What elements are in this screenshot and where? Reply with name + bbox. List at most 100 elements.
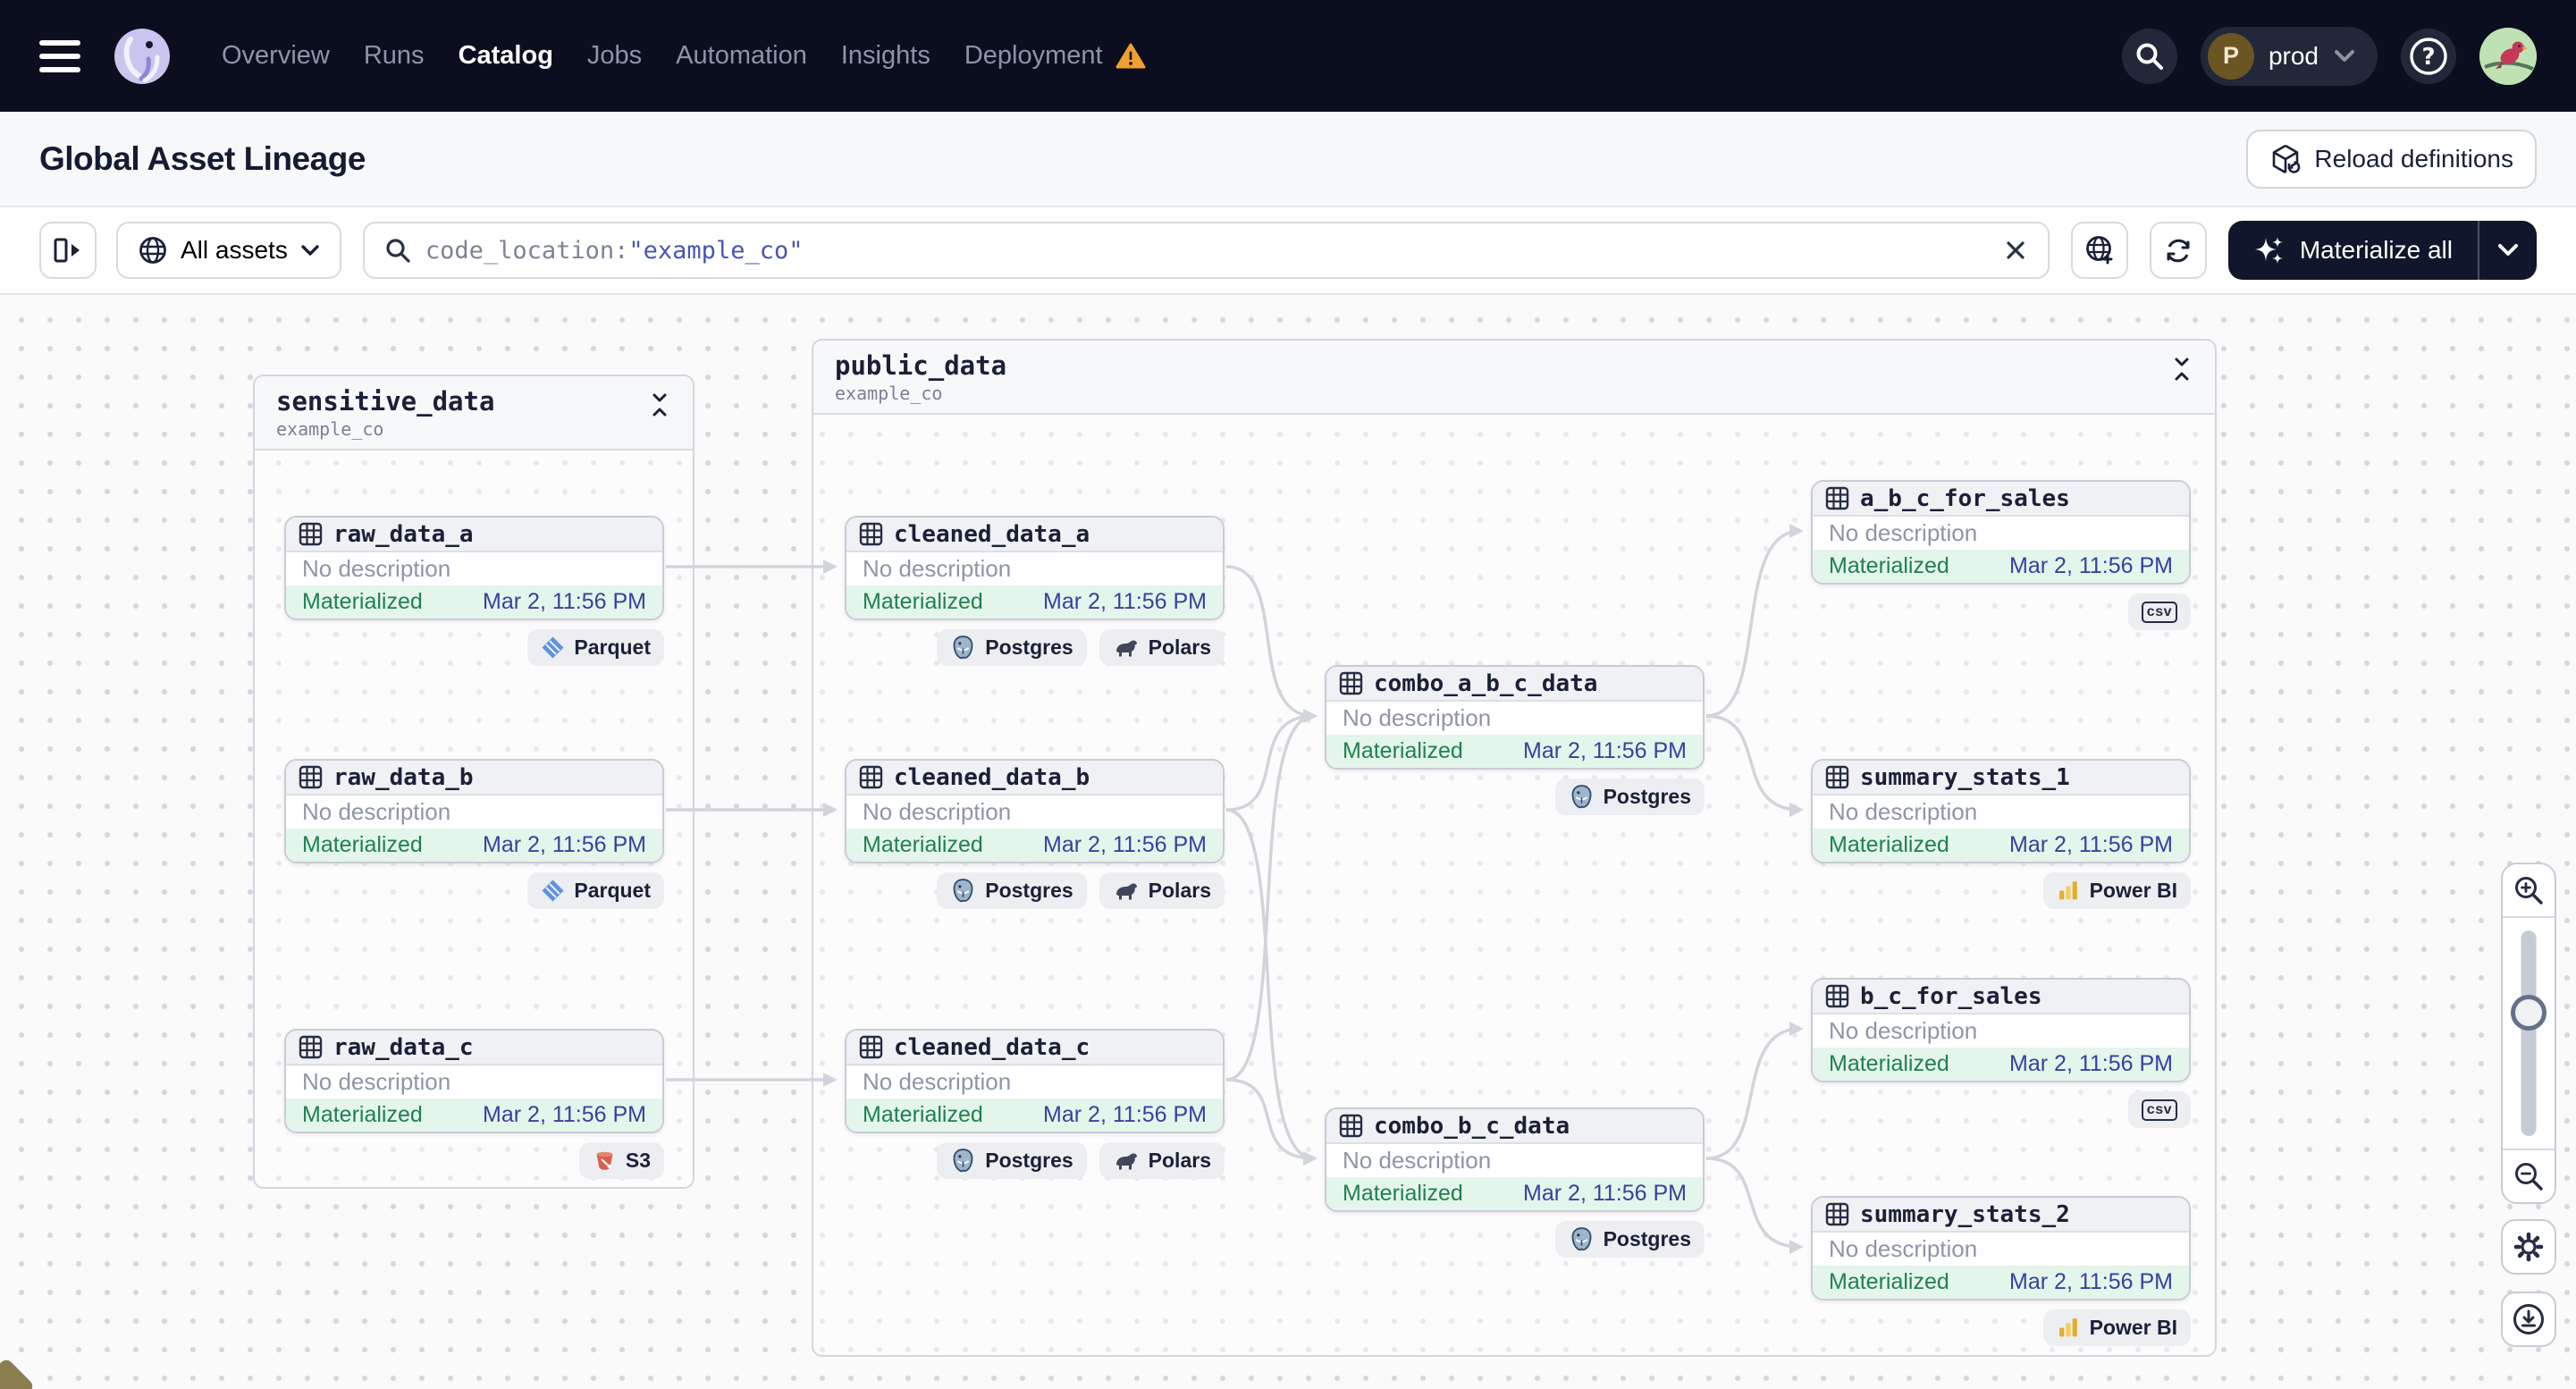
group-title: public_data [835,350,1007,381]
zoom-slider[interactable] [2503,918,2555,1149]
asset-tags: Parquet [284,629,664,666]
zoom-out-button[interactable] [2503,1149,2555,1202]
asset-tag-Polars[interactable]: Polars [1099,629,1225,666]
materialized-badge: Materialized [863,1102,983,1127]
globe-icon [139,237,166,264]
asset-name: raw_data_a [333,520,474,548]
download-image-button[interactable] [2501,1292,2556,1347]
asset-node-header: combo_a_b_c_data [1326,667,1703,702]
asset-tags: S3 [284,1142,664,1179]
materialized-badge: Materialized [302,1102,423,1127]
asset-tag-Power BI[interactable]: Power BI [2042,1309,2191,1346]
materialize-options-button[interactable] [2479,221,2537,280]
asset-name: raw_data_b [333,763,474,791]
polars-icon [1115,883,1137,899]
asset-node-header: cleaned_data_b [846,761,1223,796]
deployment-switcher[interactable]: P prod [2200,26,2378,86]
asset-node-wrapper: summary_stats_1 No description Materiali… [1811,759,2191,909]
asset-tag-Postgres[interactable]: Postgres [937,1142,1087,1179]
asset-node[interactable]: cleaned_data_b No description Materializ… [845,759,1225,863]
search-input[interactable]: code_location:"example_co" [362,222,2050,279]
table-icon [1339,1114,1363,1138]
asset-tags: Postgres Polars [845,629,1225,666]
asset-tag-csv[interactable]: csv [2127,1091,2191,1128]
asset-node-wrapper: summary_stats_2 No description Materiali… [1811,1196,2191,1346]
chevron-down-icon [301,244,319,256]
nav-item-automation[interactable]: Automation [676,41,807,71]
asset-description: No description [863,798,1012,825]
asset-tag-Parquet[interactable]: Parquet [527,629,664,666]
asset-node[interactable]: summary_stats_1 No description Materiali… [1811,759,2191,863]
asset-description: No description [1343,704,1492,731]
asset-tag-Power BI[interactable]: Power BI [2042,872,2191,909]
asset-node-header: summary_stats_2 [1813,1198,2189,1233]
nav-item-insights[interactable]: Insights [841,41,930,71]
table-icon [1825,765,1849,789]
asset-node[interactable]: raw_data_b No description Materialized M… [284,759,664,863]
graph-settings-button[interactable] [2501,1219,2556,1275]
materialize-all-button[interactable]: Materialize all [2228,221,2479,280]
materialization-timestamp: Mar 2, 11:56 PM [483,589,646,614]
asset-node[interactable]: cleaned_data_a No description Materializ… [845,516,1225,620]
asset-node[interactable]: a_b_c_for_sales No description Materiali… [1811,480,2191,585]
nav-item-deployment[interactable]: Deployment [964,41,1146,71]
asset-tag-Polars[interactable]: Polars [1099,872,1225,909]
zoom-controls [2501,863,2556,1204]
asset-status-row: Materialized Mar 2, 11:56 PM [1326,735,1703,768]
add-code-location-button[interactable] [2070,222,2128,279]
asset-node[interactable]: b_c_for_sales No description Materialize… [1811,978,2191,1082]
help-button[interactable]: ? [2401,28,2456,84]
asset-node-header: cleaned_data_a [846,518,1223,552]
zoom-slider-handle[interactable] [2511,995,2547,1031]
zoom-in-button[interactable] [2503,864,2555,918]
user-avatar[interactable] [2479,27,2537,85]
open-panel-button[interactable] [39,222,97,279]
nav-item-overview[interactable]: Overview [222,41,330,71]
asset-tag-Parquet[interactable]: Parquet [527,872,664,909]
asset-name: cleaned_data_b [894,763,1090,791]
hamburger-icon[interactable] [39,39,80,72]
settings-icon [2513,1232,2544,1262]
asset-node[interactable]: combo_b_c_data No description Materializ… [1325,1107,1705,1212]
clear-search-button[interactable] [2003,238,2028,263]
asset-scope-dropdown[interactable]: All assets [116,222,341,279]
asset-node[interactable]: cleaned_data_c No description Materializ… [845,1029,1225,1133]
asset-tag-Postgres[interactable]: Postgres [1554,779,1705,815]
asset-tag-Postgres[interactable]: Postgres [937,872,1087,909]
asset-tag-csv[interactable]: csv [2127,593,2191,630]
asset-tags: Power BI [1811,872,2191,909]
postgres-icon [953,1149,973,1173]
reload-definitions-button[interactable]: Reload definitions [2246,129,2537,189]
nav-item-jobs[interactable]: Jobs [587,41,642,71]
zoom-slider-track[interactable] [2521,930,2537,1136]
asset-tags: Power BI [1811,1309,2191,1346]
materialized-badge: Materialized [1829,832,1949,857]
asset-node[interactable]: summary_stats_2 No description Materiali… [1811,1196,2191,1301]
postgres-icon [1571,785,1591,809]
asset-node[interactable]: raw_data_a No description Materialized M… [284,516,664,620]
table-icon [859,522,883,546]
asset-node[interactable]: raw_data_c No description Materialized M… [284,1029,664,1133]
zoom-in-icon [2515,877,2543,905]
table-icon [1825,486,1849,510]
reload-definitions-label: Reload definitions [2314,144,2513,173]
asset-tag-Postgres[interactable]: Postgres [1554,1221,1705,1258]
table-icon [299,1035,323,1059]
asset-tag-Postgres[interactable]: Postgres [937,629,1087,666]
powerbi-icon [2058,881,2077,900]
asset-tag-Polars[interactable]: Polars [1099,1142,1225,1179]
postgres-icon [1571,1227,1591,1251]
dagster-logo[interactable] [113,27,172,86]
collapse-group-button[interactable] [2170,351,2193,386]
asset-tags: Postgres [1325,779,1705,815]
collapse-icon [2175,358,2189,381]
search-button[interactable] [2121,28,2177,84]
lineage-canvas[interactable]: sensitive_data example_co public_data ex… [0,295,2576,1389]
refresh-button[interactable] [2149,222,2207,279]
collapse-group-button[interactable] [648,387,671,422]
asset-node[interactable]: combo_a_b_c_data No description Material… [1325,665,1705,770]
download-icon [2513,1304,2544,1334]
asset-tag-S3[interactable]: S3 [578,1142,664,1179]
nav-item-runs[interactable]: Runs [364,41,425,71]
nav-item-catalog[interactable]: Catalog [459,41,553,71]
